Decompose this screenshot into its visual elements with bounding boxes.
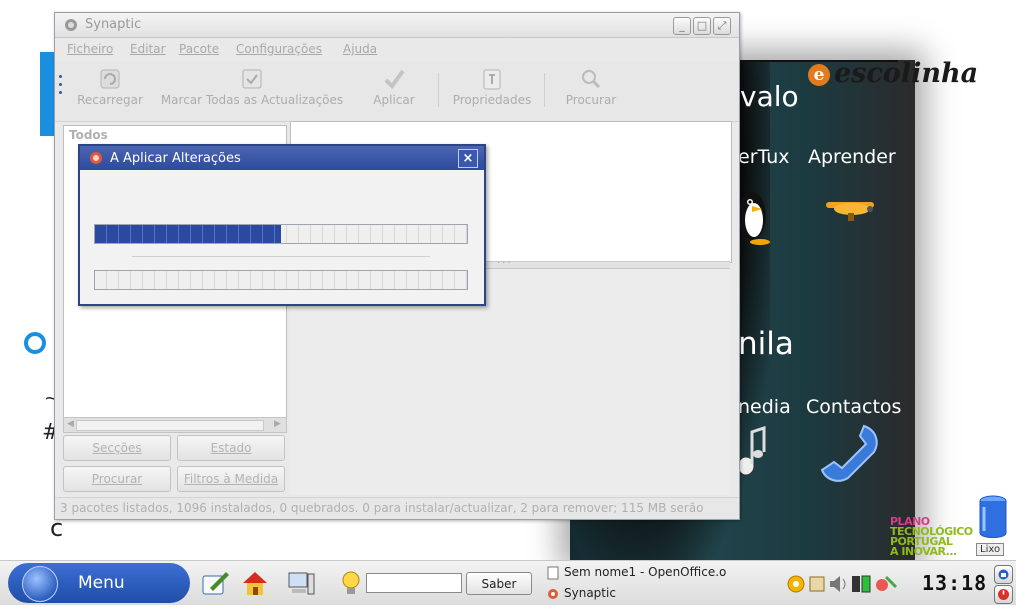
volume-icon[interactable] [830, 576, 846, 592]
toolbar: Recarregar Marcar Todas as Actualizações… [55, 61, 739, 122]
properties-label: Propriedades [452, 93, 532, 107]
reload-label: Recarregar [77, 93, 143, 107]
section-list-header[interactable]: Todos [69, 128, 108, 142]
properties-icon [483, 69, 501, 90]
synaptic-app-icon [65, 19, 77, 31]
menu-ajuda[interactable]: Ajuda [343, 42, 377, 56]
minimize-icon: _ [679, 19, 685, 32]
checkmark-icon [384, 69, 405, 90]
search-input[interactable] [366, 573, 462, 593]
plano-line: A INOVAR... [890, 545, 957, 558]
search-icon [582, 70, 601, 89]
music-note-icon[interactable] [736, 424, 766, 482]
close-icon[interactable]: × [458, 149, 478, 168]
toolbar-separator [438, 73, 439, 107]
document-icon [547, 566, 559, 579]
search-label: Procurar [565, 93, 617, 107]
desktop-ring-shape [24, 332, 46, 354]
status-button[interactable]: Estado [177, 435, 285, 461]
trash-label[interactable]: Lixo [976, 543, 1005, 556]
menu-ficheiro[interactable]: Ficheiro [67, 42, 113, 56]
battery-icon[interactable] [852, 575, 871, 593]
maximize-icon: □ [696, 19, 708, 32]
toolbar-separator [544, 73, 545, 107]
sub-progress-bar [94, 270, 468, 290]
escolinha-logo-icon: e [808, 63, 830, 86]
phone-icon[interactable] [820, 422, 882, 484]
properties-button[interactable]: Propriedades [447, 67, 537, 107]
launcher-label[interactable]: erTux [738, 146, 790, 168]
status-bar: 3 pacotes listados, 1096 instalados, 0 q… [55, 497, 739, 519]
search-button[interactable]: Procurar [558, 67, 624, 107]
taskbar: Menu Saber Sem nome1 - OpenOffice.o Syna… [0, 560, 1016, 605]
network-icon[interactable] [876, 575, 898, 591]
power-icon [998, 589, 1009, 600]
start-menu-label: Menu [78, 573, 125, 593]
menu-configuracoes[interactable]: Configurações [236, 42, 322, 56]
task-openoffice-label: Sem nome1 - OpenOffice.o [564, 565, 727, 579]
home-icon[interactable] [240, 568, 270, 598]
text-editor-icon[interactable] [200, 568, 230, 598]
start-menu-icon [22, 566, 58, 602]
launcher-label[interactable]: nila [738, 326, 794, 362]
clock[interactable]: 13:18 [922, 571, 987, 595]
launcher-label-aprender[interactable]: Aprender [808, 146, 896, 168]
apply-button[interactable]: Aplicar [367, 67, 421, 107]
trash-icon[interactable] [978, 495, 1008, 541]
updates-icon[interactable] [787, 575, 805, 593]
computer-icon[interactable] [286, 568, 316, 598]
section-list-scrollbar[interactable]: ◀ ▶ [63, 417, 287, 433]
mark-all-upgrades-button[interactable]: Marcar Todas as Actualizações [155, 67, 349, 107]
start-menu-button[interactable]: Menu [8, 563, 190, 603]
close-icon: ⤢ [717, 19, 727, 32]
toolbar-grip[interactable] [59, 75, 63, 103]
scroll-right-icon[interactable]: ▶ [274, 419, 281, 429]
custom-filters-button[interactable]: Filtros à Medida [177, 466, 285, 492]
lock-screen-button[interactable] [994, 565, 1013, 584]
minimize-button[interactable]: _ [673, 17, 691, 35]
launcher-label[interactable]: valo [740, 80, 799, 113]
reload-icon [100, 69, 120, 89]
task-synaptic[interactable]: Synaptic [546, 586, 616, 601]
escolinha-logo-text: escolinha [834, 58, 979, 89]
escolinha-logo: e escolinha [808, 58, 978, 89]
scroll-left-icon[interactable]: ◀ [67, 419, 74, 429]
lightbulb-icon[interactable] [336, 568, 366, 598]
launcher-label-contactos[interactable]: Contactos [806, 396, 901, 418]
menu-bar: Ficheiro Editar Pacote Configurações Aju… [55, 38, 739, 60]
apply-label: Aplicar [373, 93, 415, 107]
dialog-titlebar[interactable]: A Aplicar Alterações × [80, 146, 484, 170]
synaptic-app-icon [548, 588, 558, 599]
dialog-separator [132, 256, 430, 257]
menu-pacote[interactable]: Pacote [179, 42, 219, 56]
lock-icon [998, 569, 1009, 580]
package-icon[interactable] [809, 576, 825, 592]
mark-upgrades-icon [242, 69, 262, 89]
menu-editar[interactable]: Editar [130, 42, 166, 56]
main-progress-fill [95, 225, 281, 243]
search-results-button[interactable]: Procurar [63, 466, 171, 492]
main-progress-bar [94, 224, 468, 244]
close-button[interactable]: ⤢ [713, 17, 731, 35]
dialog-title: A Aplicar Alterações [110, 151, 241, 166]
task-synaptic-label: Synaptic [564, 586, 616, 600]
launcher-label[interactable]: nedia [738, 396, 791, 418]
penguin-icon[interactable] [738, 186, 772, 246]
airplane-icon[interactable] [822, 194, 878, 224]
window-titlebar[interactable]: Synaptic _ □ ⤢ [55, 13, 739, 38]
synaptic-app-icon [90, 152, 102, 164]
reload-button[interactable]: Recarregar [73, 67, 147, 107]
saber-button[interactable]: Saber [466, 572, 532, 595]
task-openoffice[interactable]: Sem nome1 - OpenOffice.o [546, 565, 726, 580]
window-title: Synaptic [85, 17, 142, 32]
sections-button[interactable]: Secções [63, 435, 171, 461]
shutdown-button[interactable] [994, 585, 1013, 604]
scrollbar-thumb[interactable] [76, 420, 264, 431]
system-tray [787, 575, 898, 593]
mark-all-upgrades-label: Marcar Todas as Actualizações [160, 93, 344, 107]
plano-tecnologico-logo: PLANO TECNOLÓGICO PORTUGAL A INOVAR... [890, 516, 982, 558]
maximize-button[interactable]: □ [693, 17, 711, 35]
apply-changes-dialog: A Aplicar Alterações × [78, 144, 486, 306]
status-text: 3 pacotes listados, 1096 instalados, 0 q… [60, 501, 704, 515]
